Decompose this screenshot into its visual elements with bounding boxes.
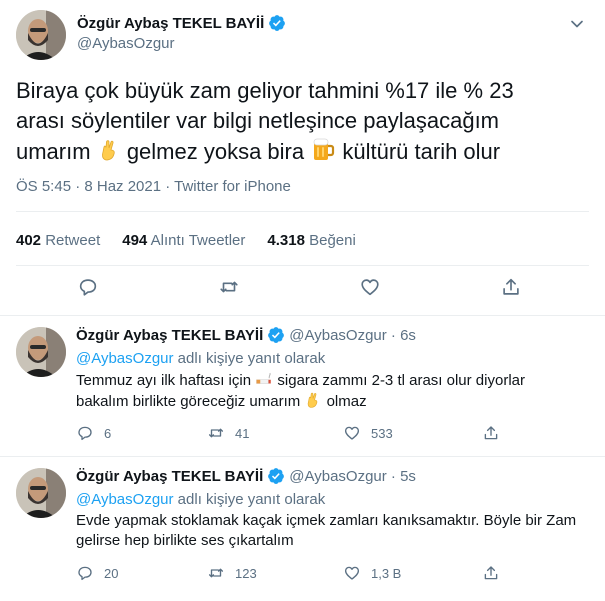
heart-icon (344, 566, 360, 580)
quote-tweets-stat[interactable]: 494 Alıntı Tweetler (122, 232, 245, 249)
tweet-text-line: Biraya çok büyük zam geliyor tahmini %17… (16, 78, 514, 103)
main-tweet: Özgür Aybaş TEKEL BAYİİ @AybasOzgur Bira… (0, 0, 605, 316)
reply-count: 6 (104, 425, 112, 441)
more-options-button[interactable] (567, 14, 587, 34)
share-button[interactable] (500, 276, 522, 298)
heart-icon (361, 279, 379, 296)
reply-icon (78, 566, 92, 581)
tweet-text-segment: umarım (16, 139, 91, 164)
quotes-count: 494 (122, 232, 148, 249)
reply-text-line: Temmuz ayı ilk haftası için sigara zammı… (76, 370, 586, 391)
tweet-text-segment: kültürü tarih olur (342, 139, 501, 164)
reply-text-segment: Temmuz ayı ilk haftası için (76, 372, 252, 389)
like-button[interactable] (359, 276, 381, 298)
retweets-count: 402 (16, 232, 42, 249)
reply-text: Temmuz ayı ilk haftası için sigara zammı… (76, 370, 586, 412)
chevron-down-icon (571, 20, 583, 28)
retweet-button[interactable]: 41 (207, 424, 249, 442)
retweet-count: 123 (235, 565, 257, 581)
crossed-fingers-emoji-icon (101, 140, 115, 161)
share-button[interactable] (482, 564, 500, 582)
tweet-timestamp-source[interactable]: ÖS 5:45 · 8 Haz 2021 · Twitter for iPhon… (16, 178, 291, 195)
divider (16, 265, 589, 266)
reply-to-label: adlı kişiye yanıt olarak (177, 350, 326, 367)
tweet-text-segment: gelmez yoksa bira (126, 139, 305, 164)
avatar-image (16, 468, 66, 518)
like-count: 1,3 B (371, 565, 402, 581)
retweets-stat[interactable]: 402 Retweet (16, 232, 100, 249)
retweets-label: Retweet (45, 232, 101, 249)
reply-to-handle-link[interactable]: @AybasOzgur (76, 491, 174, 508)
author-name-text: Özgür Aybaş TEKEL BAYİİ (77, 14, 265, 32)
share-icon (484, 566, 498, 580)
tweet-text: Biraya çok büyük zam geliyor tahmini %17… (16, 76, 586, 167)
share-button[interactable] (482, 424, 500, 442)
avatar[interactable] (16, 10, 66, 60)
reply-actions: 20 123 1,3 B (76, 564, 586, 584)
retweet-count: 41 (235, 425, 250, 441)
author-name[interactable]: Özgür Aybaş TEKEL BAYİİ (76, 468, 263, 485)
reply-text-line: Evde yapmak stoklamak kaçak içmek zamlar… (76, 512, 577, 529)
reply-tweet[interactable]: Özgür Aybaş TEKEL BAYİİ @AybasOzgur · 6s… (0, 317, 605, 457)
retweet-button[interactable]: 123 (207, 564, 257, 582)
replying-to: @AybasOzgur adlı kişiye yanıt olarak (76, 350, 325, 367)
like-button[interactable]: 533 (343, 424, 393, 442)
author-name[interactable]: Özgür Aybaş TEKEL BAYİİ (76, 327, 263, 344)
avatar-image (16, 327, 66, 377)
reply-icon (78, 426, 92, 441)
tweet-text-line: arası söylentiler var bilgi netleşince p… (16, 108, 500, 133)
likes-count: 4.318 (267, 232, 305, 249)
tweet-stats: 402 Retweet 494 Alıntı Tweetler 4.318 Be… (16, 232, 356, 249)
share-icon (503, 278, 519, 295)
reply-button[interactable]: 6 (76, 424, 111, 442)
reply-text-line: bakalım birlikte göreceğiz umarım olmaz (76, 391, 586, 412)
reply-tweet[interactable]: Özgür Aybaş TEKEL BAYİİ @AybasOzgur · 5s… (0, 458, 605, 601)
reply-text: Evde yapmak stoklamak kaçak içmek zamlar… (76, 511, 586, 551)
reply-header: Özgür Aybaş TEKEL BAYİİ @AybasOzgur · 5s (76, 467, 416, 485)
replying-to: @AybasOzgur adlı kişiye yanıt olarak (76, 491, 325, 508)
avatar[interactable] (16, 468, 66, 518)
tweet-actions (0, 276, 605, 306)
like-count: 533 (371, 425, 393, 441)
reply-text-segment: sigara zammı 2-3 tl arası olur diyorlar (277, 372, 525, 389)
verified-badge-icon (268, 468, 285, 484)
share-icon (484, 426, 498, 440)
reply-button[interactable]: 20 (76, 564, 118, 582)
quotes-label: Alıntı Tweetler (150, 232, 246, 249)
reply-to-handle-link[interactable]: @AybasOzgur (76, 350, 174, 367)
reply-header: Özgür Aybaş TEKEL BAYİİ @AybasOzgur · 6s (76, 326, 416, 344)
author-name[interactable]: Özgür Aybaş TEKEL BAYİİ (77, 14, 286, 32)
heart-icon (344, 426, 360, 440)
crossed-fingers-emoji-icon (308, 392, 318, 408)
likes-label: Beğeni (309, 232, 356, 249)
reply-button[interactable] (77, 276, 99, 298)
reply-text-segment: bakalım birlikte göreceğiz umarım (76, 393, 301, 410)
retweet-icon (208, 428, 224, 438)
avatar-image (16, 10, 66, 60)
reply-text-line: gelirse hep birlikte ses çıkartalım (76, 532, 294, 549)
author-handle-time[interactable]: @AybasOzgur · 6s (289, 327, 416, 344)
retweet-icon (220, 281, 238, 293)
verified-badge-icon (269, 15, 286, 31)
tweet-text-line: umarım gelmez yoksa bira kültürü tarih o… (16, 136, 586, 167)
reply-actions: 6 41 533 (76, 424, 586, 444)
avatar[interactable] (16, 327, 66, 377)
tweet-thread: Özgür Aybaş TEKEL BAYİİ @AybasOzgur Bira… (0, 0, 605, 601)
verified-badge-icon (268, 327, 285, 343)
cigarette-emoji-icon (256, 372, 271, 384)
author-handle[interactable]: @AybasOzgur (77, 35, 175, 52)
like-button[interactable]: 1,3 B (343, 564, 401, 582)
divider (16, 211, 589, 212)
beer-mug-emoji-icon (313, 138, 335, 160)
retweet-icon (208, 568, 224, 578)
reply-text-segment: olmaz (326, 393, 367, 410)
likes-stat[interactable]: 4.318 Beğeni (267, 232, 355, 249)
author-handle-time[interactable]: @AybasOzgur · 5s (289, 468, 416, 485)
reply-count: 20 (104, 565, 119, 581)
retweet-button[interactable] (218, 276, 240, 298)
reply-to-label: adlı kişiye yanıt olarak (177, 491, 326, 508)
reply-icon (79, 279, 97, 296)
